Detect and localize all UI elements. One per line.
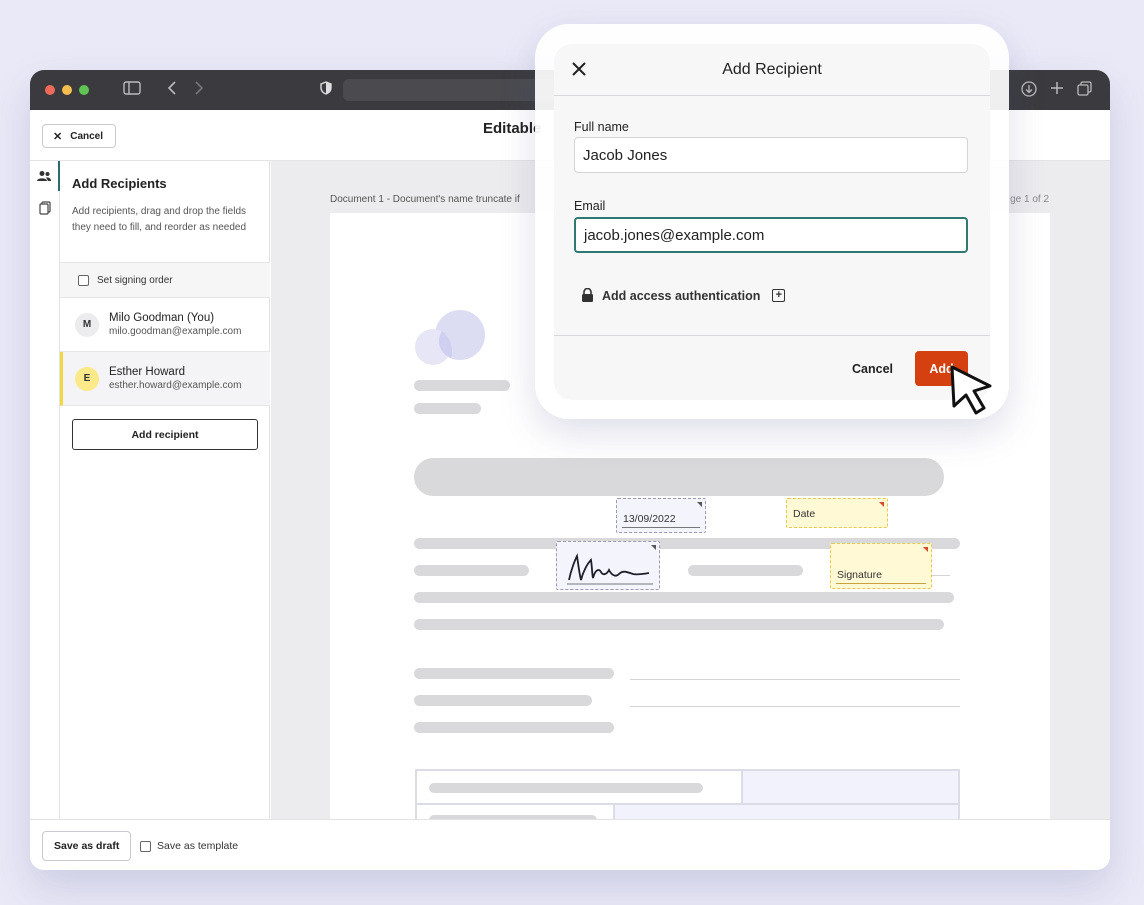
access-authentication-button[interactable]: Add access authentication +: [581, 288, 786, 303]
back-icon[interactable]: [167, 81, 177, 99]
sidebar-title: Add Recipients: [72, 176, 167, 191]
download-icon[interactable]: [1021, 81, 1037, 101]
text-placeholder: [414, 722, 614, 733]
recipient-name: Esther Howard: [109, 366, 186, 378]
save-template-label: Save as template: [157, 840, 239, 852]
text-placeholder: [414, 380, 510, 391]
signature-field-label: Signature: [837, 569, 882, 581]
access-authentication-label: Add access authentication: [602, 288, 761, 303]
signing-order-checkbox[interactable]: [78, 274, 89, 286]
text-placeholder: [414, 668, 614, 679]
text-placeholder: [414, 619, 944, 630]
dialog-title: Add Recipient: [722, 61, 822, 78]
email-label: Email: [574, 199, 606, 213]
new-tab-icon[interactable]: [1050, 81, 1064, 99]
recipient-email: esther.howard@example.com: [109, 380, 242, 391]
plus-square-icon: +: [772, 289, 786, 302]
avatar: E: [75, 366, 99, 391]
text-placeholder: [414, 565, 529, 576]
icon-rail: [30, 161, 60, 819]
recipient-email: milo.goodman@example.com: [109, 326, 242, 337]
add-recipient-button[interactable]: Add recipient: [72, 419, 258, 450]
save-template-option[interactable]: Save as template: [140, 840, 238, 852]
date-field-signer[interactable]: Date: [786, 498, 888, 528]
page-title: Editable: [483, 120, 542, 137]
table-placeholder: [415, 769, 960, 819]
documents-tab[interactable]: [30, 193, 60, 223]
sidebar-description: Add recipients, drag and drop the fields…: [72, 206, 247, 233]
dialog-cancel-button[interactable]: Cancel: [852, 362, 893, 376]
cancel-button[interactable]: ✕ Cancel: [42, 124, 117, 148]
close-window-button[interactable]: [45, 85, 55, 95]
signature-image: [567, 553, 653, 585]
text-placeholder: [688, 565, 803, 576]
cancel-button-label: Cancel: [70, 130, 104, 142]
footer-bar: Save as draft Save as template: [30, 819, 1110, 870]
signing-order-label: Set signing order: [97, 274, 173, 286]
date-field[interactable]: 13/09/2022: [616, 498, 706, 533]
lock-icon: [582, 288, 593, 302]
copy-icon: [39, 201, 51, 215]
document-name: Document 1 - Document's name truncate if: [330, 194, 520, 205]
forward-icon[interactable]: [194, 81, 204, 99]
signing-order-row[interactable]: Set signing order: [60, 262, 270, 298]
cursor-icon: [950, 365, 992, 415]
text-placeholder: [414, 695, 592, 706]
logo-placeholder: [415, 310, 485, 365]
sidebar-toggle-icon[interactable]: [123, 81, 141, 99]
email-input[interactable]: jacob.jones@example.com: [574, 217, 968, 253]
tabs-icon[interactable]: [1077, 81, 1092, 100]
text-placeholder: [414, 592, 954, 603]
page-count: ge 1 of 2: [1010, 194, 1049, 205]
full-name-input[interactable]: Jacob Jones: [574, 137, 968, 173]
signature-field[interactable]: [556, 541, 660, 590]
maximize-window-button[interactable]: [79, 85, 89, 95]
modal-frame: Add Recipient Full name Jacob Jones Emai…: [535, 24, 1009, 419]
recipients-sidebar: Add Recipients Add recipients, drag and …: [60, 161, 270, 819]
minimize-window-button[interactable]: [62, 85, 72, 95]
users-icon: [37, 171, 51, 181]
date-field-label: Date: [793, 508, 816, 520]
dialog-header: Add Recipient: [554, 44, 990, 96]
save-template-checkbox[interactable]: [140, 840, 151, 852]
close-icon: ✕: [53, 130, 63, 143]
date-field-value: 13/09/2022: [623, 513, 676, 525]
recipient-item[interactable]: E Esther Howard esther.howard@example.co…: [60, 352, 270, 406]
recipient-item[interactable]: M Milo Goodman (You) milo.goodman@exampl…: [60, 298, 270, 352]
dialog-footer: Cancel Add: [554, 335, 990, 400]
add-recipient-dialog: Add Recipient Full name Jacob Jones Emai…: [554, 44, 990, 400]
recipient-name: Milo Goodman (You): [109, 312, 215, 324]
avatar: M: [75, 312, 99, 337]
shield-icon: [320, 81, 332, 99]
signature-field-signer[interactable]: Signature: [830, 543, 932, 589]
text-placeholder: [414, 403, 481, 414]
recipients-tab[interactable]: [30, 161, 60, 191]
save-draft-button[interactable]: Save as draft: [42, 831, 132, 861]
heading-placeholder: [414, 458, 944, 496]
full-name-label: Full name: [574, 120, 629, 134]
